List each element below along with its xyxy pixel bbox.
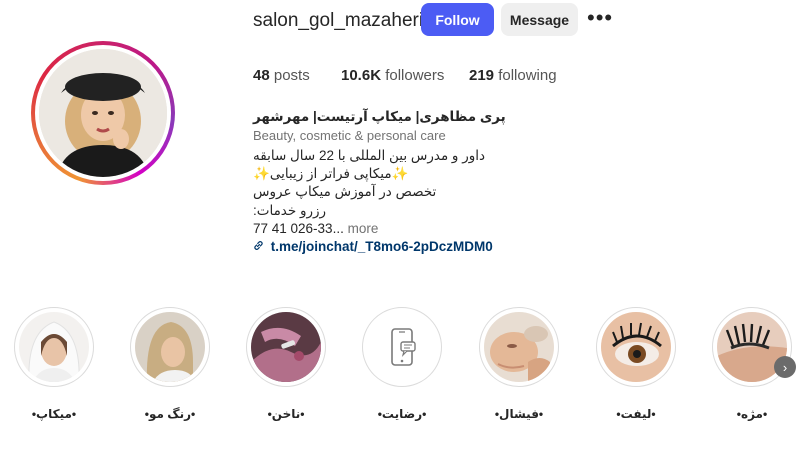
bio-line: داور و مدرس بین المللی با 22 سال سابقه — [253, 148, 485, 163]
sparkle-icon: ✨ — [253, 166, 270, 181]
highlight-hair-color[interactable]: •رنگ مو• — [130, 307, 210, 421]
highlight-label: •فیشال• — [494, 407, 544, 421]
follow-button[interactable]: Follow — [421, 3, 494, 36]
followers-label: followers — [385, 67, 445, 84]
avatar-inner — [35, 45, 171, 181]
highlight-ring — [246, 307, 326, 387]
posts-stat: 48 posts — [253, 67, 310, 84]
highlight-ring — [362, 307, 442, 387]
bio-line-sparkle: ✨میکاپی فراتر از زیبایی✨ — [253, 166, 408, 182]
link-icon — [253, 239, 267, 254]
following-count: 219 — [469, 67, 495, 84]
highlight-label: •ناخن• — [267, 407, 305, 421]
following-stat[interactable]: 219 following — [469, 67, 557, 84]
bio-line: رزرو خدمات: — [253, 203, 327, 218]
highlight-label: •رضایت• — [377, 407, 427, 421]
avatar-portrait-illustration — [39, 49, 167, 177]
followers-count: 10.6K — [341, 67, 382, 84]
highlight-ring — [14, 307, 94, 387]
bio-category: Beauty, cosmetic & personal care — [253, 128, 446, 143]
highlight-label: •مژه• — [736, 407, 768, 421]
hair-color-photo-icon — [135, 312, 205, 382]
eye-lash-photo-icon — [601, 312, 671, 382]
posts-label: posts — [273, 67, 310, 84]
highlight-nail[interactable]: •ناخن• — [246, 307, 326, 421]
highlight-label: •رنگ مو• — [144, 407, 196, 421]
posts-count: 48 — [253, 67, 270, 84]
highlight-satisfaction[interactable]: •رضایت• — [362, 307, 442, 421]
bio-phone: 77 41 026-33... — [253, 221, 344, 236]
phone-chat-icon — [367, 312, 437, 382]
sparkle-icon: ✨ — [391, 166, 409, 181]
highlight-ring — [596, 307, 676, 387]
more-options-icon[interactable]: ••• — [587, 7, 613, 29]
followers-stat[interactable]: 10.6K followers — [341, 67, 444, 84]
highlight-lift[interactable]: •لیفت• — [596, 307, 676, 421]
bio-line: تخصص در آموزش میکاپ عروس — [253, 184, 437, 199]
bio-phone-line: 77 41 026-33... more — [253, 221, 378, 236]
highlight-makeup[interactable]: •میکاپ• — [14, 307, 94, 421]
profile-avatar-story-ring[interactable] — [31, 41, 175, 185]
facial-photo-icon — [484, 312, 554, 382]
bride-photo-icon — [19, 312, 89, 382]
profile-username: salon_gol_mazaheri — [253, 10, 424, 31]
highlight-label: •لیفت• — [616, 407, 656, 421]
bio-external-link[interactable]: t.me/joinchat/_T8mo6-2pDczMDM0 — [253, 239, 493, 254]
chevron-right-icon[interactable]: › — [774, 356, 796, 378]
profile-avatar — [39, 49, 167, 177]
following-label: following — [498, 67, 557, 84]
highlight-ring — [479, 307, 559, 387]
message-button[interactable]: Message — [501, 3, 578, 36]
bio-link-text: t.me/joinchat/_T8mo6-2pDczMDM0 — [270, 239, 493, 254]
bio-name: پری مظاهری| میکاپ آرتیست| مهرشهر — [253, 109, 506, 124]
bio-line-text: میکاپی فراتر از زیبایی — [269, 166, 392, 181]
nail-photo-icon — [251, 312, 321, 382]
bio-more-link[interactable]: more — [348, 221, 379, 236]
highlight-ring — [130, 307, 210, 387]
highlight-label: •میکاپ• — [31, 407, 77, 421]
highlight-facial[interactable]: •فیشال• — [479, 307, 559, 421]
